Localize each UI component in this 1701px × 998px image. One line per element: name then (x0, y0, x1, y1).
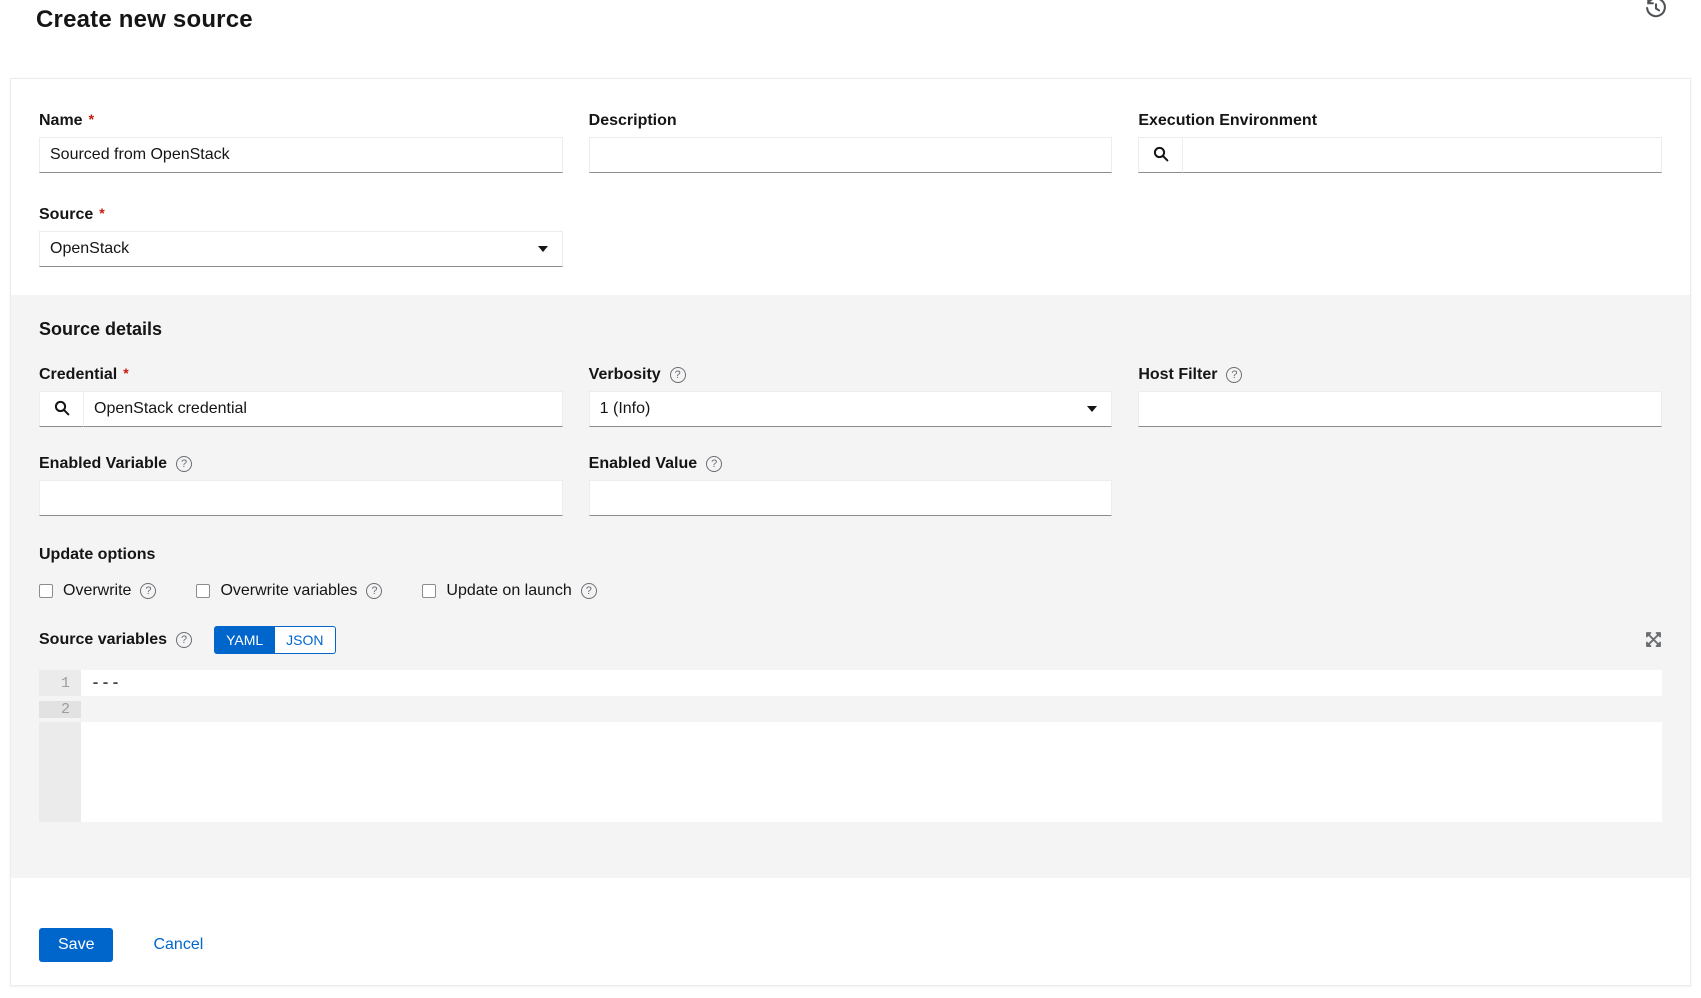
description-label: Description (589, 112, 1113, 130)
update-on-launch-checkbox[interactable] (422, 584, 436, 598)
cancel-button[interactable]: Cancel (153, 936, 203, 954)
source-select-value: OpenStack (50, 240, 129, 258)
form-top-section: Name * Description Execution Environment (11, 79, 1690, 295)
yaml-toggle-button[interactable]: YAML (214, 626, 275, 654)
source-details-heading: Source details (39, 319, 1662, 340)
credential-label: Credential * (39, 366, 563, 384)
source-select[interactable]: OpenStack (39, 231, 563, 267)
caret-down-icon (538, 246, 548, 252)
caret-down-icon (1087, 406, 1097, 412)
editor-line[interactable]: 2 (39, 696, 1662, 722)
page-header: Create new source (0, 0, 1701, 78)
json-toggle-button[interactable]: JSON (275, 626, 335, 654)
update-on-launch-checkbox-item: Update on launch ? (422, 582, 596, 600)
editor-line[interactable]: 1 --- (39, 670, 1662, 696)
overwrite-variables-checkbox-item: Overwrite variables ? (196, 582, 382, 600)
required-asterisk: * (99, 205, 104, 221)
verbosity-field-group: Verbosity ? 1 (Info) (589, 366, 1113, 427)
question-circle-icon[interactable]: ? (581, 583, 597, 599)
history-icon (1643, 9, 1669, 24)
source-field-group: Source * OpenStack (39, 206, 563, 267)
line-number: 1 (39, 675, 81, 692)
question-circle-icon[interactable]: ? (140, 583, 156, 599)
source-variables-label: Source variables ? (39, 631, 192, 649)
execution-environment-input[interactable] (1183, 137, 1662, 173)
host-filter-input[interactable] (1138, 391, 1662, 427)
required-asterisk: * (89, 111, 94, 127)
line-content: --- (81, 675, 121, 692)
format-toggle: YAML JSON (214, 626, 335, 654)
search-icon (1153, 146, 1169, 165)
source-details-section: Source details Credential * (11, 295, 1690, 878)
name-label: Name * (39, 112, 563, 130)
required-asterisk: * (123, 365, 128, 381)
question-circle-icon[interactable]: ? (670, 367, 686, 383)
execution-environment-field-group: Execution Environment (1138, 112, 1662, 173)
host-filter-label: Host Filter ? (1138, 366, 1662, 384)
overwrite-checkbox-label: Overwrite (63, 582, 131, 600)
source-variables-editor[interactable]: 1 --- 2 (39, 670, 1662, 822)
verbosity-label: Verbosity ? (589, 366, 1113, 384)
page-title: Create new source (36, 4, 1701, 34)
source-variables-row: Source variables ? YAML JSON (39, 626, 1662, 654)
overwrite-checkbox-item: Overwrite ? (39, 582, 156, 600)
expand-icon (1645, 636, 1662, 651)
enabled-value-label: Enabled Value ? (589, 455, 1113, 473)
overwrite-variables-checkbox-label: Overwrite variables (220, 582, 357, 600)
verbosity-select[interactable]: 1 (Info) (589, 391, 1113, 427)
enabled-variable-field-group: Enabled Variable ? (39, 455, 563, 516)
line-number: 2 (39, 701, 81, 718)
host-filter-field-group: Host Filter ? (1138, 366, 1662, 427)
question-circle-icon[interactable]: ? (366, 583, 382, 599)
enabled-variable-input[interactable] (39, 480, 563, 516)
execution-environment-search-button[interactable] (1138, 137, 1183, 173)
search-icon (54, 400, 70, 419)
create-source-form-card: Name * Description Execution Environment (10, 78, 1691, 986)
question-circle-icon[interactable]: ? (176, 632, 192, 648)
enabled-value-input[interactable] (589, 480, 1113, 516)
source-label: Source * (39, 206, 563, 224)
question-circle-icon[interactable]: ? (706, 456, 722, 472)
question-circle-icon[interactable]: ? (176, 456, 192, 472)
enabled-value-field-group: Enabled Value ? (589, 455, 1113, 516)
verbosity-select-value: 1 (Info) (600, 400, 651, 418)
question-circle-icon[interactable]: ? (1226, 367, 1242, 383)
update-options-row: Overwrite ? Overwrite variables ? Update… (39, 582, 1662, 600)
history-button[interactable] (1643, 0, 1669, 21)
enabled-variable-label: Enabled Variable ? (39, 455, 563, 473)
form-actions: Save Cancel (11, 878, 1690, 962)
credential-search-button[interactable] (39, 391, 84, 427)
save-button[interactable]: Save (39, 928, 113, 962)
credential-input[interactable] (84, 391, 563, 427)
execution-environment-label: Execution Environment (1138, 112, 1662, 130)
expand-editor-button[interactable] (1644, 631, 1662, 649)
name-field-group: Name * (39, 112, 563, 173)
update-options-heading: Update options (39, 546, 1662, 564)
overwrite-checkbox[interactable] (39, 584, 53, 598)
overwrite-variables-checkbox[interactable] (196, 584, 210, 598)
update-on-launch-checkbox-label: Update on launch (446, 582, 571, 600)
description-input[interactable] (589, 137, 1113, 173)
name-input[interactable] (39, 137, 563, 173)
credential-field-group: Credential * (39, 366, 563, 427)
description-field-group: Description (589, 112, 1113, 173)
